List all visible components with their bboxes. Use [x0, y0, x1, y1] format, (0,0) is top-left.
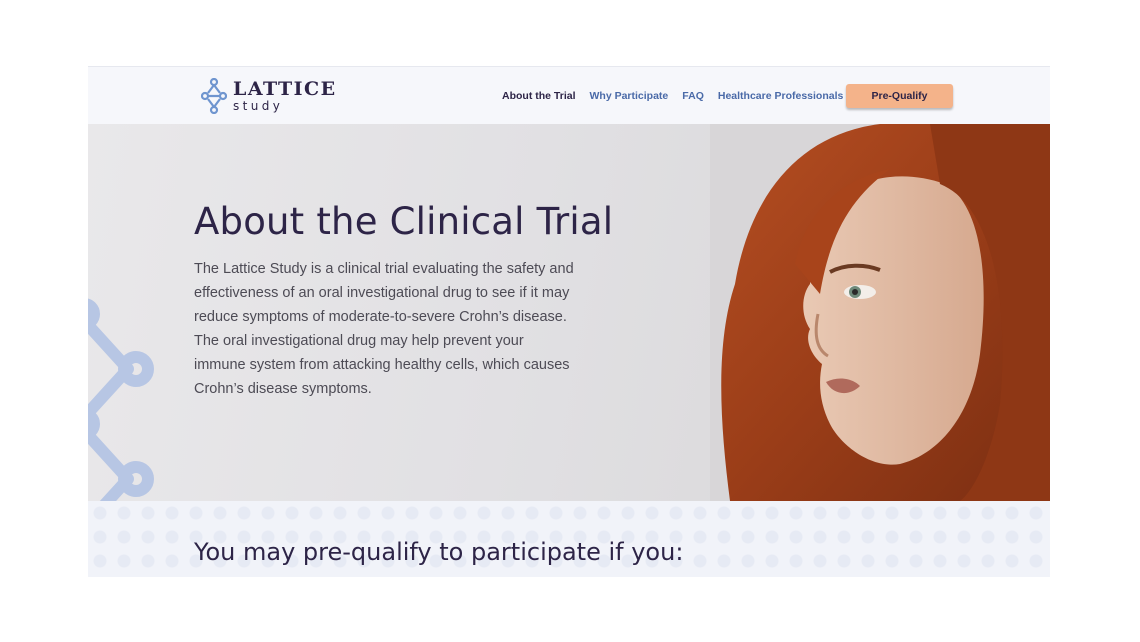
logo-text: LATTICE study — [233, 78, 337, 113]
pre-qualify-button[interactable]: Pre-Qualify — [846, 84, 953, 108]
browser-viewport: LATTICE study About the Trial Why Partic… — [88, 66, 1050, 577]
nav-why-participate[interactable]: Why Participate — [590, 90, 669, 102]
pre-qualify-heading: You may pre-qualify to participate if yo… — [194, 538, 684, 566]
nav-about-the-trial[interactable]: About the Trial — [502, 90, 576, 102]
lattice-logo-icon — [201, 78, 227, 114]
site-header: LATTICE study About the Trial Why Partic… — [88, 66, 1050, 125]
page-title: About the Clinical Trial — [194, 200, 614, 243]
hero-description: The Lattice Study is a clinical trial ev… — [194, 261, 574, 397]
logo-wordmark: LATTICE — [233, 78, 337, 100]
woman-portrait-image — [710, 124, 1050, 501]
hero-section: About the Clinical Trial The Lattice Stu… — [88, 124, 1050, 501]
nav-faq[interactable]: FAQ — [682, 90, 704, 102]
pre-qualify-section: You may pre-qualify to participate if yo… — [88, 501, 1050, 577]
logo-tagline: study — [233, 99, 284, 113]
nav-healthcare-professionals[interactable]: Healthcare Professionals — [718, 90, 843, 102]
main-nav: About the Trial Why Participate FAQ Heal… — [502, 67, 857, 125]
logo[interactable]: LATTICE study — [201, 78, 337, 114]
lattice-pattern-decoration — [88, 298, 154, 501]
